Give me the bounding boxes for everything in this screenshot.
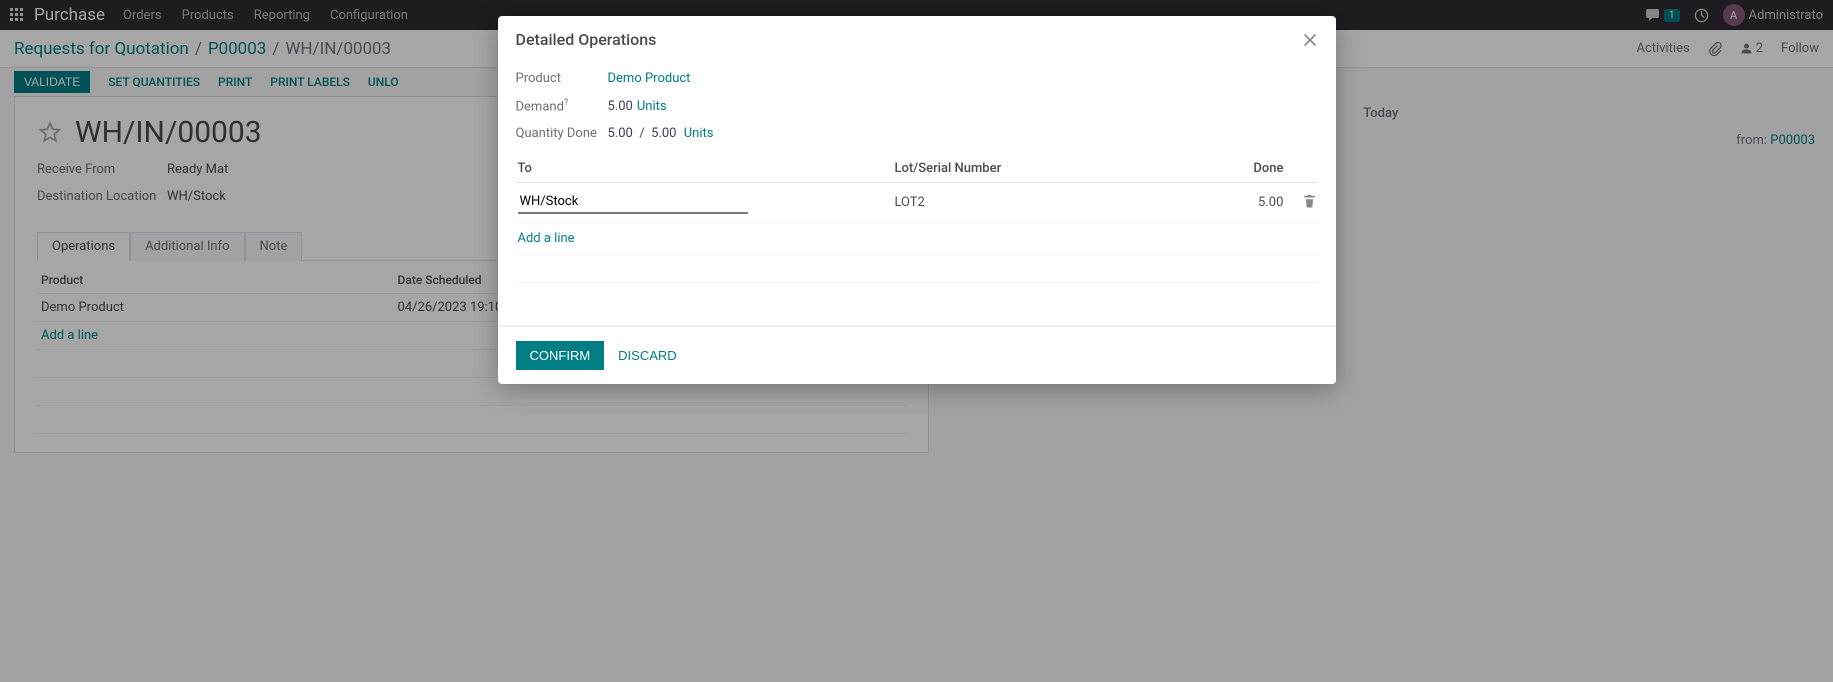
confirm-button[interactable]: CONFIRM	[516, 341, 605, 370]
col-lot[interactable]: Lot/Serial Number	[892, 155, 1133, 183]
detailed-operations-modal: Detailed Operations Product Demo Product…	[498, 16, 1336, 384]
col-to[interactable]: To	[516, 155, 893, 183]
modal-line-row[interactable]: LOT2 5.00	[516, 183, 1318, 223]
modal-title: Detailed Operations	[516, 30, 657, 49]
modal-demand-value: 5.00Units	[608, 99, 667, 114]
modal-overlay: Detailed Operations Product Demo Product…	[0, 0, 1833, 682]
cell-done[interactable]: 5.00	[1133, 183, 1285, 223]
discard-button[interactable]: DISCARD	[618, 348, 677, 363]
modal-qty-done-label: Quantity Done	[516, 126, 608, 141]
col-done[interactable]: Done	[1133, 155, 1285, 183]
modal-add-line-link[interactable]: Add a line	[518, 231, 575, 246]
delete-line-icon[interactable]	[1303, 194, 1316, 208]
modal-product-label: Product	[516, 71, 608, 86]
modal-qty-done-value: 5.00 / 5.00 Units	[608, 126, 714, 141]
modal-product-value[interactable]: Demo Product	[608, 71, 691, 86]
modal-lines-table: To Lot/Serial Number Done LOT2 5.00 Add …	[516, 155, 1318, 311]
cell-lot[interactable]: LOT2	[892, 183, 1133, 223]
to-input[interactable]	[518, 191, 748, 214]
modal-demand-label: Demand?	[516, 98, 608, 114]
close-icon[interactable]	[1302, 32, 1318, 48]
